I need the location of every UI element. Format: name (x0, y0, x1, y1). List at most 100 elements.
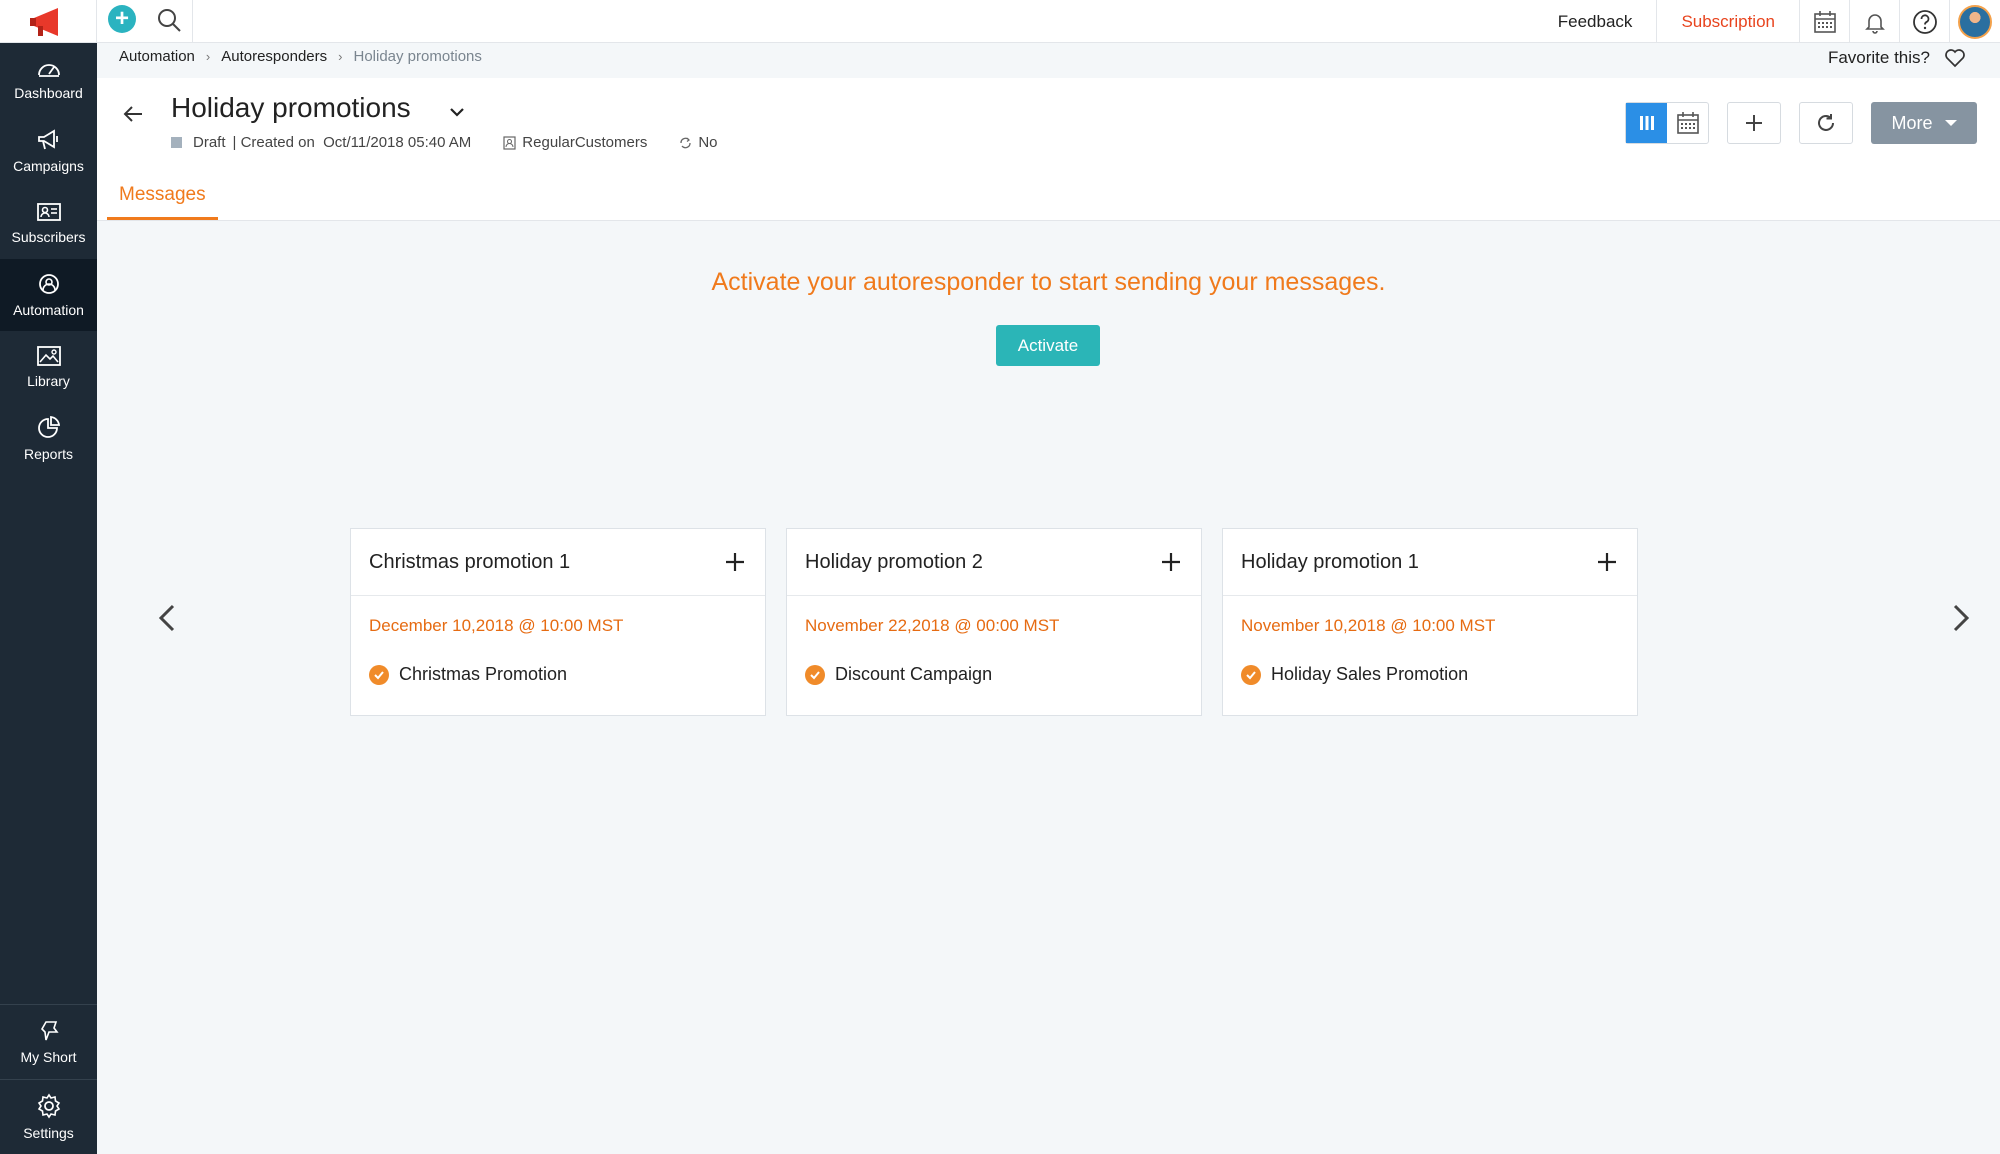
list-icon (503, 135, 516, 150)
quick-create-button[interactable]: + (108, 5, 136, 33)
search-icon[interactable] (155, 6, 183, 34)
top-bar: + Feedback Subscription (0, 0, 2000, 43)
sidebar: Dashboard Campaigns Subscribers Automati… (0, 43, 97, 1154)
message-card-header: Holiday promotion 2 (787, 529, 1201, 596)
notifications-button[interactable] (1850, 0, 1900, 43)
message-card[interactable]: Holiday promotion 1 November 10,2018 @ 1… (1222, 528, 1638, 716)
calendar-icon (1676, 112, 1699, 134)
sidebar-item-label: Automation (13, 302, 84, 318)
tab-bar: Messages (107, 176, 218, 220)
profile-button[interactable] (1950, 0, 2000, 43)
campaign-name: Christmas Promotion (399, 664, 568, 684)
feedback-link[interactable]: Feedback (1534, 0, 1658, 43)
plus-icon[interactable] (723, 550, 747, 574)
pie-chart-icon (37, 416, 60, 438)
message-card[interactable]: Holiday promotion 2 November 22,2018 @ 0… (786, 528, 1202, 716)
heart-icon (1945, 49, 1965, 68)
sidebar-item-campaigns[interactable]: Campaigns (0, 115, 97, 187)
header-divider (97, 220, 2000, 221)
check-circle-icon (1241, 664, 1261, 685)
column-view-button[interactable] (1626, 103, 1667, 143)
refresh-button[interactable] (1799, 102, 1853, 144)
message-card-date: November 22,2018 @ 00:00 MST (805, 616, 1060, 635)
breadcrumb-separator-icon: › (338, 49, 343, 64)
sidebar-item-settings[interactable]: Settings (0, 1079, 97, 1154)
message-card-date: November 10,2018 @ 10:00 MST (1241, 616, 1496, 635)
dashboard-icon (37, 64, 60, 77)
plus-icon[interactable] (1159, 550, 1183, 574)
sidebar-item-subscribers[interactable]: Subscribers (0, 187, 97, 259)
subscribers-icon (36, 203, 61, 221)
subscription-link[interactable]: Subscription (1657, 0, 1800, 43)
top-right-actions: Feedback Subscription (1534, 0, 2000, 43)
message-card-date: December 10,2018 @ 10:00 MST (369, 616, 624, 635)
message-card-title: Holiday promotion 1 (1241, 550, 1419, 573)
breadcrumb-current: Holiday promotions (353, 48, 482, 65)
repeat-icon (680, 137, 691, 148)
message-card-campaign: Christmas Promotion (351, 636, 765, 685)
status-square-icon (171, 137, 182, 148)
caret-down-icon (1944, 120, 1957, 126)
sidebar-bottom: My Short Settings (0, 1004, 97, 1154)
campaign-name: Discount Campaign (835, 664, 993, 684)
check-circle-icon (369, 664, 389, 685)
recurring-value: No (698, 134, 718, 151)
message-card-header: Holiday promotion 1 (1223, 529, 1637, 596)
calendar-view-button[interactable] (1667, 103, 1708, 143)
back-arrow-icon[interactable] (119, 100, 147, 128)
sidebar-item-dashboard[interactable]: Dashboard (0, 43, 97, 115)
message-card-title: Holiday promotion 2 (805, 550, 983, 573)
breadcrumb-separator-icon: › (205, 49, 211, 64)
plus-icon (1746, 115, 1762, 131)
sidebar-item-automation[interactable]: Automation (0, 259, 97, 331)
gear-icon (37, 1093, 60, 1119)
avatar (1958, 4, 1992, 39)
calendar-button[interactable] (1800, 0, 1850, 43)
breadcrumb-autoresponders[interactable]: Autoresponders (221, 48, 327, 65)
chevron-right-icon[interactable] (1940, 598, 1980, 638)
sidebar-item-label: Reports (23, 446, 74, 462)
logo[interactable] (0, 0, 97, 43)
pin-icon (40, 1021, 59, 1041)
recurring-status: No (679, 134, 718, 151)
automation-icon (38, 274, 59, 294)
sidebar-item-label: Campaigns (13, 158, 84, 174)
favorite-toggle[interactable]: Favorite this? (1828, 48, 1966, 68)
page-title: Holiday promotions (171, 92, 411, 123)
sidebar-item-my-short[interactable]: My Short (0, 1004, 97, 1079)
breadcrumb: Automation › Autoresponders › Holiday pr… (119, 48, 482, 65)
mailing-list-name: RegularCustomers (522, 134, 648, 151)
message-card-campaign: Holiday Sales Promotion (1223, 636, 1637, 685)
tab-messages[interactable]: Messages (107, 176, 218, 220)
more-dropdown-button[interactable]: More (1871, 102, 1977, 144)
sidebar-item-library[interactable]: Library (0, 331, 97, 403)
plus-icon[interactable] (1595, 550, 1619, 574)
breadcrumb-automation[interactable]: Automation (119, 48, 195, 65)
sidebar-item-reports[interactable]: Reports (0, 403, 97, 475)
chevron-left-icon[interactable] (148, 598, 188, 638)
activate-button[interactable]: Activate (996, 325, 1100, 366)
message-card-header: Christmas promotion 1 (351, 529, 765, 596)
chevron-down-icon[interactable] (447, 102, 467, 122)
message-card[interactable]: Christmas promotion 1 December 10,2018 @… (350, 528, 766, 716)
refresh-icon (1818, 114, 1834, 131)
message-card-campaign: Discount Campaign (787, 636, 1201, 685)
help-button[interactable] (1900, 0, 1950, 43)
message-card-title: Christmas promotion 1 (369, 550, 571, 573)
sidebar-item-label: My Short (20, 1049, 77, 1065)
page-header: Holiday promotions Draft | Created on Oc… (97, 78, 2000, 220)
sidebar-item-label: Settings (23, 1125, 74, 1141)
more-label: More (1891, 112, 1933, 133)
view-toggle (1625, 102, 1709, 144)
image-icon (36, 346, 61, 366)
add-message-button[interactable] (1727, 102, 1781, 144)
activation-notice: Activate your autoresponder to start sen… (711, 268, 1386, 296)
mailing-list: RegularCustomers (503, 134, 647, 151)
sidebar-item-label: Dashboard (14, 85, 83, 101)
megaphone-icon (37, 129, 58, 150)
sidebar-item-label: Library (27, 373, 70, 389)
top-divider (192, 0, 193, 43)
sidebar-item-label: Subscribers (11, 229, 86, 245)
autoresponder-meta: Draft | Created on Oct/11/2018 05:40 AM … (171, 134, 718, 151)
calendar-icon (1813, 10, 1836, 33)
